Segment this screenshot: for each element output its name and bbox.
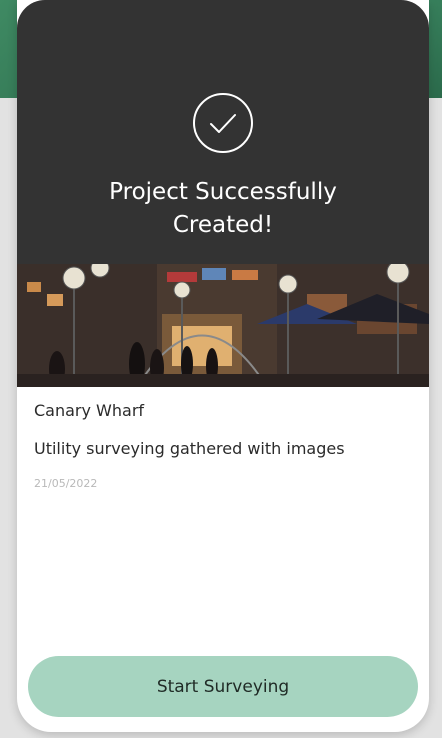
start-surveying-button[interactable]: Start Surveying [28,656,418,717]
project-location: Canary Wharf [34,401,145,420]
modal-title: Project Successfully Created! [109,179,337,238]
modal-header: Project Successfully Created! [17,0,429,264]
check-circle-icon [193,93,253,153]
project-date: 21/05/2022 [34,477,98,490]
project-description: Utility surveying gathered with images [34,439,345,458]
project-image [17,264,429,387]
success-modal: Project Successfully Created! Canary Wha… [17,0,429,732]
